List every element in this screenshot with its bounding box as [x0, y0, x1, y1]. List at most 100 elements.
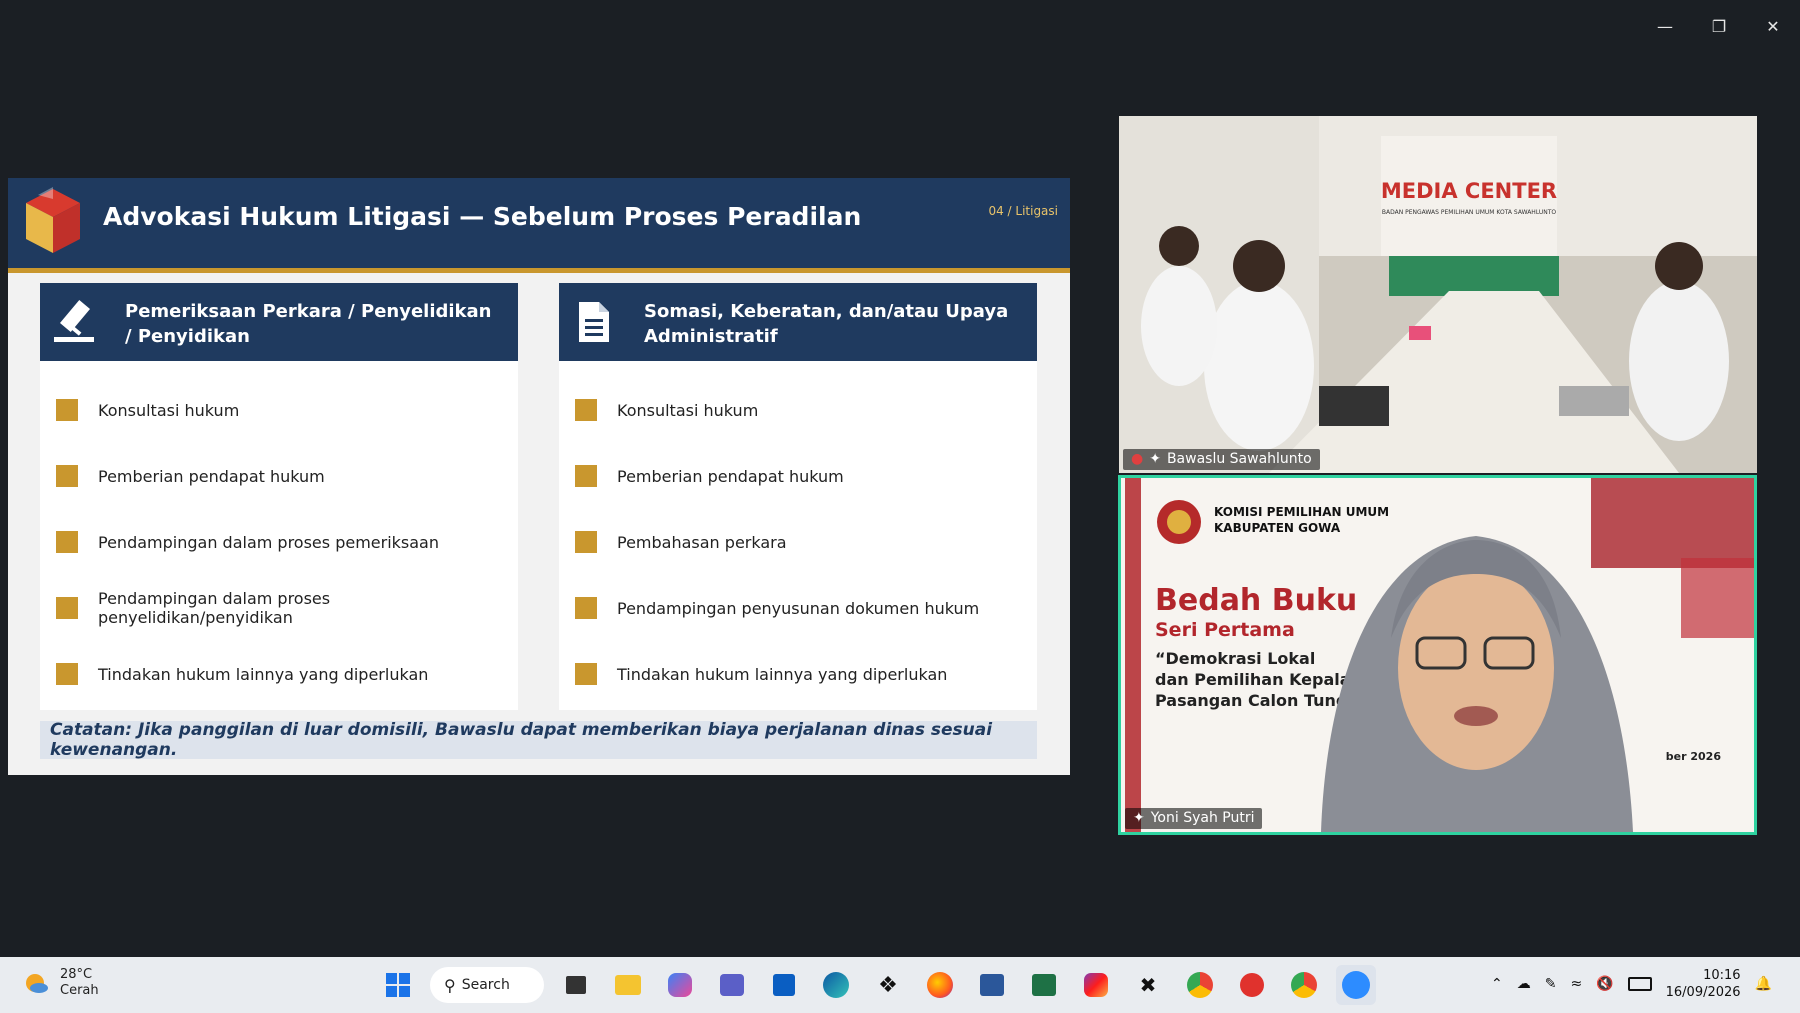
word-icon: [980, 974, 1004, 996]
window-controls: — ❐ ✕: [1638, 10, 1800, 42]
pin-icon: ✦: [1133, 810, 1145, 826]
chrome-profile-button[interactable]: [1284, 965, 1324, 1005]
bullet-square: [575, 663, 597, 685]
list-item-text: Pendampingan penyusunan dokumen hukum: [617, 598, 980, 618]
copilot-icon: [668, 973, 692, 997]
left-column-header: Pemeriksaan Perkara / Penyelidikan / Pen…: [40, 283, 518, 361]
right-column-heading: Somasi, Keberatan, dan/atau Upaya Admini…: [644, 301, 1009, 347]
capcut-button[interactable]: ✖: [1128, 965, 1168, 1005]
folder-icon: [615, 975, 641, 995]
clock[interactable]: 10:16 16/09/2026: [1666, 967, 1741, 1001]
firefox-button[interactable]: [920, 965, 960, 1005]
chrome-button[interactable]: [1180, 965, 1220, 1005]
zoom-icon: [1342, 971, 1370, 999]
list-item: Pendampingan dalam proses penyelidikan/p…: [40, 575, 518, 641]
bg-title: Bedah Buku: [1155, 583, 1357, 618]
bullet-square: [56, 531, 78, 553]
document-icon: [579, 302, 609, 342]
clock-date: 16/09/2026: [1665, 985, 1741, 1000]
word-button[interactable]: [972, 965, 1012, 1005]
pdf-reader-button[interactable]: [1232, 965, 1272, 1005]
list-item-text: Tindakan hukum lainnya yang diperlukan: [617, 664, 948, 684]
weather-desc: Cerah: [60, 983, 99, 998]
zoom-button[interactable]: [1336, 965, 1376, 1005]
pen-icon[interactable]: ✎: [1545, 976, 1557, 992]
bg-org-2: KABUPATEN GOWA: [1214, 521, 1341, 535]
pin-icon: ✦: [1149, 451, 1161, 467]
right-column-list: Konsultasi hukum Pemberian pendapat huku…: [559, 361, 1037, 707]
weather-widget[interactable]: 28°C Cerah: [22, 967, 99, 999]
list-item: Pemberian pendapat hukum: [559, 443, 1037, 509]
copilot-button[interactable]: [660, 965, 700, 1005]
list-item: Pembahasan perkara: [559, 509, 1037, 575]
edge-button[interactable]: [816, 965, 856, 1005]
minimize-icon[interactable]: —: [1638, 10, 1692, 42]
teams-button[interactable]: [712, 965, 752, 1005]
list-item: Pendampingan dalam proses pemeriksaan: [40, 509, 518, 575]
volume-muted-icon[interactable]: 🔇: [1596, 976, 1613, 992]
bullet-square: [56, 465, 78, 487]
note-text: Catatan: Jika panggilan di luar domisili…: [50, 720, 993, 760]
file-explorer-button[interactable]: [608, 965, 648, 1005]
bawaslu-logo-icon: [26, 187, 80, 253]
list-item-text: Pemberian pendapat hukum: [617, 466, 844, 486]
edge-icon: [823, 972, 849, 998]
bg-org-1: KOMISI PEMILIHAN UMUM: [1214, 505, 1389, 519]
taskbar: 28°C Cerah ⚲ Search ❖ ✖ ⌃ ☁ ✎ ≈ 🔇 10:16 …: [0, 957, 1800, 1013]
list-item-text: Tindakan hukum lainnya yang diperlukan: [98, 664, 429, 684]
search-icon: ⚲: [444, 975, 456, 995]
list-item-text: Pembahasan perkara: [617, 532, 787, 552]
wifi-icon[interactable]: ≈: [1570, 976, 1582, 992]
left-column-heading: Pemeriksaan Perkara / Penyelidikan / Pen…: [125, 301, 492, 347]
onedrive-icon[interactable]: ☁: [1517, 976, 1531, 992]
bg-subtitle: Seri Pertama: [1155, 619, 1295, 641]
bullet-square: [56, 663, 78, 685]
notification-bell-icon[interactable]: 🔔: [1755, 976, 1772, 992]
dropbox-icon: ❖: [878, 972, 898, 998]
dropbox-button[interactable]: ❖: [868, 965, 908, 1005]
list-item: Pendampingan penyusunan dokumen hukum: [559, 575, 1037, 641]
restore-icon[interactable]: ❐: [1692, 10, 1746, 42]
windows-icon: [386, 973, 410, 997]
participant-name: Bawaslu Sawahlunto: [1166, 451, 1312, 467]
right-column-header: Somasi, Keberatan, dan/atau Upaya Admini…: [559, 283, 1037, 361]
left-column: Pemeriksaan Perkara / Penyelidikan / Pen…: [40, 283, 518, 710]
video-tile-active-speaker[interactable]: KOMISI PEMILIHAN UMUM KABUPATEN GOWA Bed…: [1118, 475, 1757, 835]
list-item: Tindakan hukum lainnya yang diperlukan: [40, 641, 518, 707]
pdf-icon: [1240, 973, 1264, 997]
bg-quote-1: “Demokrasi Lokal: [1155, 649, 1315, 668]
video-tile-bawaslu[interactable]: MEDIA CENTER BADAN PENGAWAS PEMILIHAN UM…: [1119, 116, 1757, 473]
participant-name-bar: ● ✦ Bawaslu Sawahlunto: [1123, 449, 1320, 470]
battery-icon[interactable]: [1627, 977, 1652, 991]
taskbar-apps: ⚲ Search ❖ ✖: [378, 965, 1376, 1005]
bullet-square: [575, 399, 597, 421]
excel-button[interactable]: [1024, 965, 1064, 1005]
participant-name-bar: ✦ Yoni Syah Putri: [1125, 808, 1263, 829]
list-item: Pemberian pendapat hukum: [40, 443, 518, 509]
weather-sun-icon: [26, 974, 48, 993]
clock-time: 10:16: [1703, 968, 1741, 983]
bg-date: ber 2026: [1666, 750, 1722, 763]
media-center-sign: MEDIA CENTER: [1381, 179, 1557, 203]
chevron-up-icon[interactable]: ⌃: [1491, 976, 1503, 992]
chrome-icon: [1187, 972, 1213, 998]
slide-header: Advokasi Hukum Litigasi — Sebelum Proses…: [8, 178, 1070, 273]
gavel-icon: [54, 300, 94, 342]
start-button[interactable]: [378, 965, 418, 1005]
firefox-icon: [927, 972, 953, 998]
task-view-button[interactable]: [556, 965, 596, 1005]
taskbar-search[interactable]: ⚲ Search: [430, 967, 544, 1003]
capcut-icon: ✖: [1139, 973, 1157, 997]
list-item-text: Pendampingan dalam proses penyelidikan/p…: [98, 589, 331, 627]
list-item-text: Pemberian pendapat hukum: [98, 466, 325, 486]
meeting-room-scene: MEDIA CENTER BADAN PENGAWAS PEMILIHAN UM…: [1119, 116, 1757, 473]
close-icon[interactable]: ✕: [1746, 10, 1800, 42]
instagram-button[interactable]: [1076, 965, 1116, 1005]
bullet-square: [575, 531, 597, 553]
chrome-profile-icon: [1291, 972, 1317, 998]
mic-muted-icon: ●: [1131, 451, 1144, 467]
list-item-text: Pendampingan dalam proses pemeriksaan: [98, 532, 439, 552]
store-button[interactable]: [764, 965, 804, 1005]
instagram-icon: [1084, 973, 1108, 997]
bg-quote-3: Pasangan Calon Tung: [1155, 691, 1347, 710]
